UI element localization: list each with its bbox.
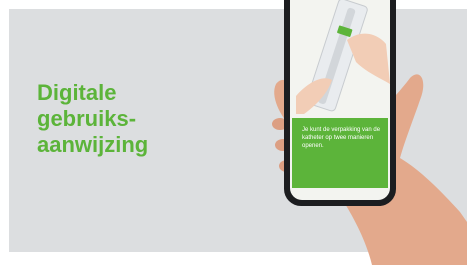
phone-screen-caption: Je kunt de verpakking van de katheter op… <box>302 127 381 149</box>
hand-holding-phone-illustration <box>272 0 467 265</box>
